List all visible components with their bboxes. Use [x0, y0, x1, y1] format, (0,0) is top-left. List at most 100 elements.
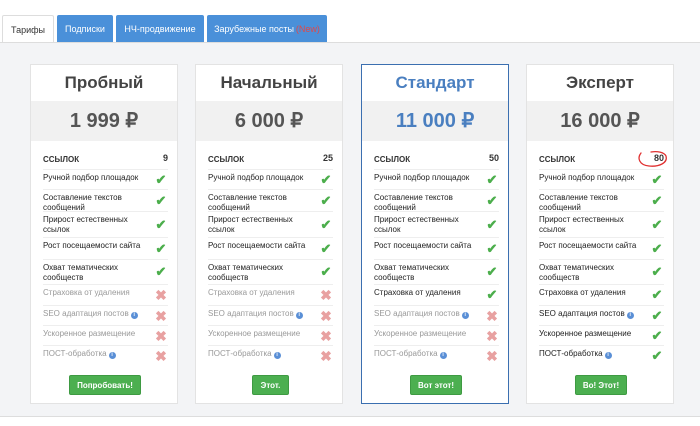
- feature-row-seo: SEO адаптация постов i ✖: [43, 305, 168, 325]
- check-icon: ✔: [486, 171, 498, 187]
- plan-price: 16 000 ₽: [527, 101, 673, 141]
- feature-row-texts: Составление текстов сообщений ✔: [539, 189, 664, 212]
- info-icon[interactable]: i: [130, 312, 138, 319]
- feature-text: Ручной подбор площадок: [539, 173, 635, 182]
- cross-icon: ✖: [486, 347, 498, 364]
- check-icon: ✔: [651, 240, 663, 256]
- feature-text: Страховка от удаления: [539, 288, 626, 297]
- info-icon[interactable]: i: [626, 312, 634, 319]
- feature-row-insurance: Страховка от удаления ✖: [43, 284, 168, 305]
- feature-row-post: ПОСТ-обработка i ✖: [43, 345, 168, 365]
- links-count: 25: [322, 153, 333, 163]
- select-plan-button[interactable]: Попробовать!: [69, 375, 141, 395]
- cross-icon: ✖: [155, 347, 167, 364]
- feature-text: Составление текстов сообщений: [208, 193, 287, 212]
- tab-lf-promotion[interactable]: НЧ-продвижение: [116, 15, 204, 43]
- select-plan-button[interactable]: Этот.: [252, 375, 289, 395]
- feature-label: Страховка от удаления: [539, 288, 644, 298]
- feature-text: Рост посещаемости сайта: [208, 241, 306, 250]
- check-icon: ✔: [320, 216, 332, 232]
- feature-label: Ручной подбор площадок: [43, 173, 148, 183]
- select-plan-button[interactable]: Во! Этот!: [575, 375, 627, 395]
- tab-tariffs[interactable]: Тарифы: [2, 15, 54, 43]
- feature-row-seo: SEO адаптация постов i ✔: [539, 305, 664, 325]
- check-icon: ✔: [651, 287, 663, 302]
- tab-subscriptions[interactable]: Подписки: [57, 15, 113, 43]
- feature-label: Ручной подбор площадок: [539, 173, 644, 183]
- feature-label: Составление текстов сообщений: [374, 193, 479, 213]
- plan-footer: Попробовать!: [31, 367, 177, 403]
- feature-row-natural: Прирост естественных ссылок ✔: [374, 211, 499, 237]
- feature-row-post: ПОСТ-обработка i ✔: [539, 345, 664, 365]
- feature-text: Охват тематических сообществ: [208, 263, 283, 282]
- feature-text: Охват тематических сообществ: [539, 263, 614, 282]
- info-icon[interactable]: i: [604, 352, 612, 359]
- plan-footer: Вот этот!: [362, 367, 508, 403]
- plan-name: Начальный: [196, 65, 342, 101]
- check-icon: ✔: [486, 216, 498, 232]
- feature-text: Охват тематических сообществ: [374, 263, 449, 282]
- feature-row-traffic: Рост посещаемости сайта ✔: [43, 237, 168, 259]
- feature-text: Ускоренное размещение: [43, 329, 136, 338]
- scribble-stroke: [638, 150, 667, 167]
- cross-icon: ✖: [320, 287, 332, 303]
- check-icon: ✔: [486, 240, 498, 256]
- feature-label: ПОСТ-обработка i: [208, 349, 313, 359]
- info-icon[interactable]: i: [439, 352, 447, 359]
- check-icon: ✔: [486, 287, 498, 302]
- feature-row-manual: Ручной подбор площадок ✔: [539, 169, 664, 189]
- tab-label: Зарубежные посты: [214, 24, 294, 34]
- feature-label: Рост посещаемости сайта: [539, 241, 644, 251]
- feature-text: Прирост естественных ссылок: [208, 215, 293, 234]
- check-icon: ✔: [155, 240, 167, 256]
- check-icon: ✔: [320, 240, 332, 256]
- feature-label: Составление текстов сообщений: [208, 193, 313, 213]
- cross-icon: ✖: [486, 327, 498, 344]
- feature-row-fast: Ускоренное размещение ✖: [374, 325, 499, 345]
- feature-text: SEO адаптация постов: [539, 309, 625, 318]
- feature-row-seo: SEO адаптация постов i ✖: [208, 305, 333, 325]
- info-icon[interactable]: i: [273, 352, 281, 359]
- cross-icon: ✖: [320, 327, 332, 344]
- feature-label: Прирост естественных ссылок: [539, 215, 644, 235]
- feature-text: Рост посещаемости сайта: [539, 241, 637, 250]
- check-icon: ✔: [320, 171, 332, 187]
- check-icon: ✔: [651, 171, 663, 187]
- tab-foreign-posts[interactable]: Зарубежные посты (New): [207, 15, 327, 43]
- links-label: ССЫЛОК: [539, 155, 576, 164]
- feature-text: ПОСТ-обработка: [208, 349, 272, 358]
- feature-row-fast: Ускоренное размещение ✖: [208, 325, 333, 345]
- links-count-row: ССЫЛОК 50: [374, 153, 499, 167]
- red-scribble-annotation: [638, 150, 667, 167]
- info-icon[interactable]: i: [295, 312, 303, 319]
- feature-label: Ускоренное размещение: [374, 329, 479, 339]
- select-plan-button[interactable]: Вот этот!: [410, 375, 462, 395]
- check-icon: ✔: [651, 347, 663, 363]
- feature-label: Ускоренное размещение: [208, 329, 313, 339]
- check-icon: ✔: [651, 264, 663, 279]
- cross-icon: ✖: [486, 307, 498, 324]
- feature-label: Рост посещаемости сайта: [374, 241, 479, 251]
- feature-label: Рост посещаемости сайта: [208, 241, 313, 251]
- feature-text: Ручной подбор площадок: [208, 173, 304, 182]
- plan-card: Начальный 6 000 ₽ ССЫЛОК 25 Ручной подбор пл…: [195, 64, 343, 404]
- feature-label: SEO адаптация постов i: [208, 309, 313, 319]
- feature-text: Рост посещаемости сайта: [43, 241, 141, 250]
- feature-text: Страховка от удаления: [43, 288, 130, 297]
- cross-icon: ✖: [155, 307, 167, 324]
- feature-row-thematic: Охват тематических сообществ ✔: [539, 259, 664, 284]
- links-label: ССЫЛОК: [43, 155, 80, 164]
- feature-text: Ручной подбор площадок: [43, 173, 139, 182]
- cross-icon: ✖: [320, 347, 332, 364]
- feature-text: SEO адаптация постов: [43, 309, 129, 318]
- tab-bar: Тарифы Подписки НЧ-продвижение Зарубежны…: [0, 15, 700, 43]
- feature-row-natural: Прирост естественных ссылок ✔: [539, 211, 664, 237]
- info-icon[interactable]: i: [461, 312, 469, 319]
- info-icon[interactable]: i: [108, 352, 116, 359]
- feature-row-natural: Прирост естественных ссылок ✔: [208, 211, 333, 237]
- feature-row-thematic: Охват тематических сообществ ✔: [208, 259, 333, 284]
- feature-label: ПОСТ-обработка i: [43, 349, 148, 359]
- panel-bottom-border: [0, 416, 700, 417]
- feature-label: SEO адаптация постов i: [374, 309, 479, 319]
- check-icon: ✔: [320, 264, 332, 279]
